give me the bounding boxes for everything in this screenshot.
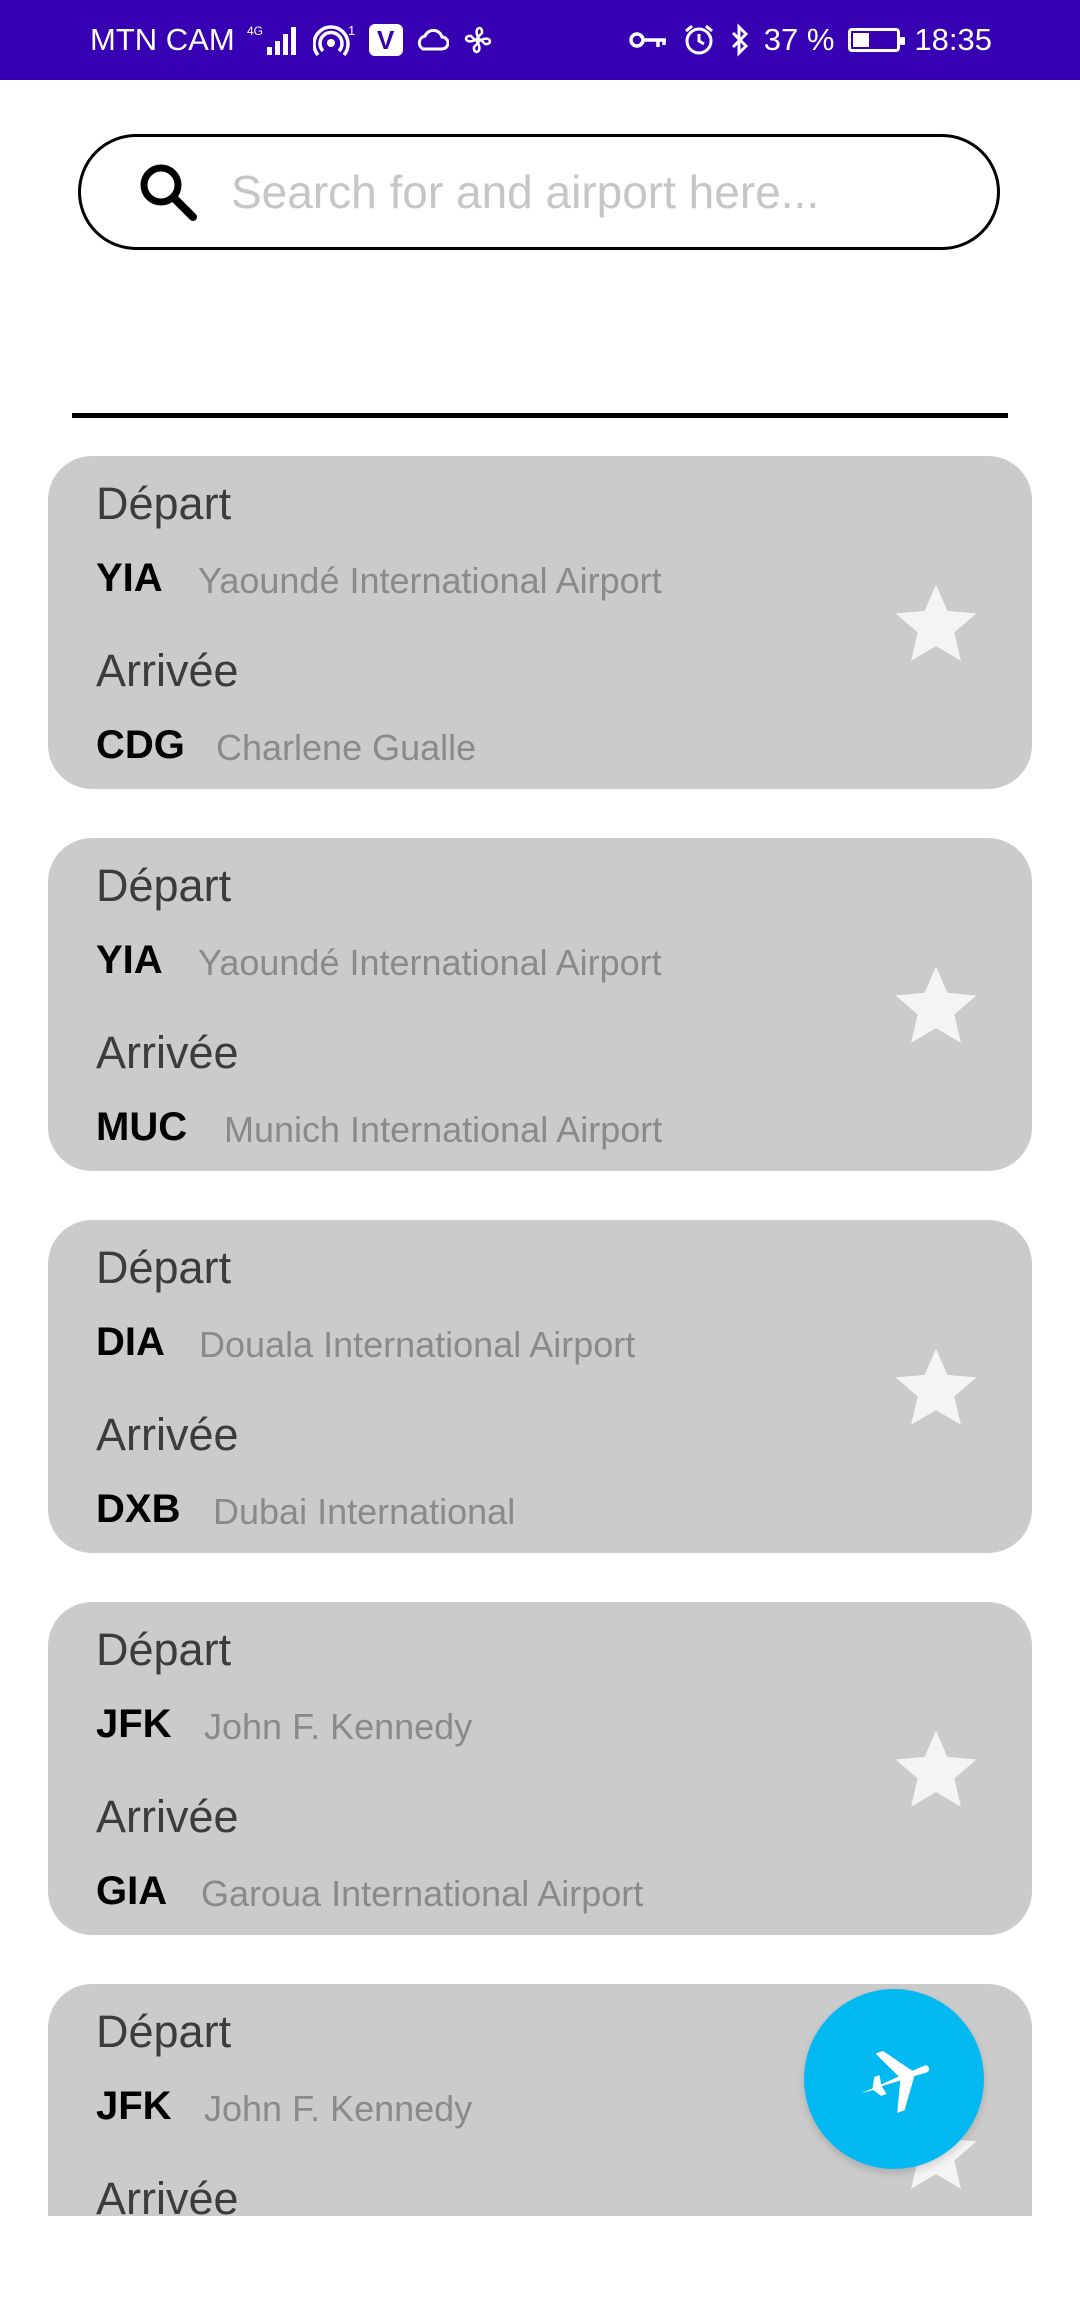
- departure-label: Départ: [96, 1242, 232, 1293]
- arrival-airport-name: Charlene Gualle: [216, 727, 477, 768]
- search-bar[interactable]: [78, 134, 1000, 250]
- alarm-icon: [682, 23, 716, 57]
- departure-label: Départ: [96, 860, 232, 911]
- departure-label: Départ: [96, 1624, 232, 1675]
- fan-icon: [461, 23, 495, 57]
- flight-list[interactable]: Départ YIA Yaoundé International Airport…: [48, 456, 1032, 2216]
- departure-code: YIA: [96, 556, 163, 600]
- network-type: 4G: [247, 24, 263, 38]
- departure-code: JFK: [96, 2084, 172, 2128]
- arrival-code: CDG: [96, 723, 185, 767]
- flight-fab-button[interactable]: [804, 1989, 984, 2169]
- departure-airport-name: Yaoundé International Airport: [198, 942, 662, 983]
- departure-code: DIA: [96, 1320, 165, 1364]
- star-icon[interactable]: [892, 1726, 980, 1812]
- divider: [72, 413, 1008, 418]
- arrival-airport-name: Munich International Airport: [224, 1109, 663, 1150]
- status-left: MTN CAM 4G 1 V: [90, 22, 495, 58]
- star-icon[interactable]: [892, 962, 980, 1048]
- cloud-icon: [415, 28, 449, 52]
- flight-card[interactable]: Départ JFK John F. Kennedy Arrivée GIA G…: [48, 1602, 1032, 1935]
- arrival-code: GIA: [96, 1869, 168, 1913]
- departure-airport-name: John F. Kennedy: [204, 1706, 473, 1747]
- arrival-code: DXB: [96, 1487, 181, 1531]
- carrier-name: MTN CAM: [90, 22, 235, 57]
- hotspot-icon: 1: [312, 23, 357, 57]
- arrival-label: Arrivée: [96, 645, 239, 696]
- search-icon[interactable]: [137, 161, 199, 223]
- flight-card[interactable]: Départ YIA Yaoundé International Airport…: [48, 456, 1032, 789]
- arrival-airport-name: Dubai International: [213, 1491, 516, 1532]
- star-icon[interactable]: [892, 1344, 980, 1430]
- status-right: 37 % 18:35: [628, 22, 992, 58]
- arrival-label: Arrivée: [96, 1791, 239, 1842]
- arrival-airport-name: Garoua International Airport: [201, 1873, 644, 1914]
- departure-code: JFK: [96, 1702, 172, 1746]
- departure-label: Départ: [96, 2006, 232, 2057]
- departure-label: Départ: [96, 478, 232, 529]
- departure-airport-name: John F. Kennedy: [204, 2088, 473, 2129]
- viber-icon: V: [368, 24, 403, 56]
- battery-icon: [848, 28, 906, 52]
- battery-percent: 37 %: [763, 22, 835, 57]
- arrival-code: MUC: [96, 1105, 188, 1149]
- arrival-label: Arrivée: [96, 1409, 239, 1460]
- departure-code: YIA: [96, 938, 163, 982]
- flight-card[interactable]: Départ YIA Yaoundé International Airport…: [48, 838, 1032, 1171]
- bluetooth-icon: [730, 23, 750, 57]
- status-bar: MTN CAM 4G 1 V 37 % 18:35: [0, 0, 1080, 80]
- arrival-label: Arrivée: [96, 2173, 239, 2216]
- search-input[interactable]: [229, 164, 953, 220]
- battery-level-fill: [853, 33, 870, 47]
- airplane-icon: [851, 2036, 937, 2122]
- key-icon: [628, 28, 668, 52]
- flight-card[interactable]: Départ DIA Douala International Airport …: [48, 1220, 1032, 1553]
- departure-airport-name: Douala International Airport: [199, 1324, 636, 1365]
- clock: 18:35: [914, 22, 992, 57]
- arrival-label: Arrivée: [96, 1027, 239, 1078]
- star-icon[interactable]: [892, 580, 980, 666]
- sim-slot: 1: [348, 23, 355, 38]
- signal-icon: 4G: [247, 23, 301, 57]
- departure-airport-name: Yaoundé International Airport: [198, 560, 662, 601]
